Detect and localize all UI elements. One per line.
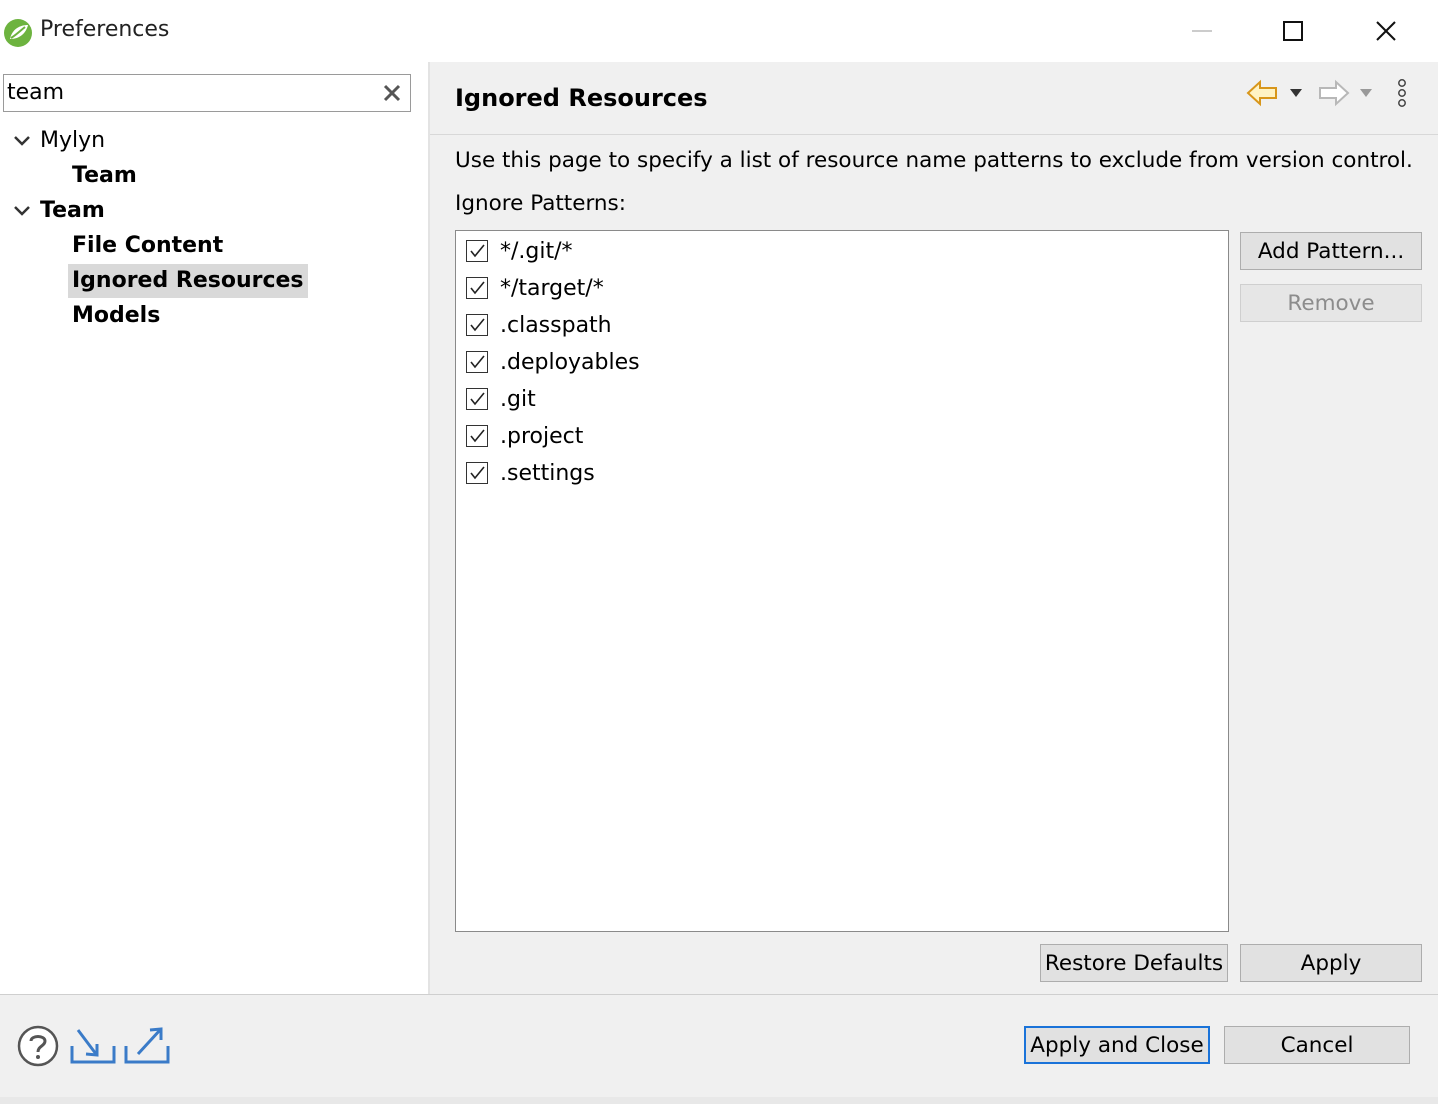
help-icon[interactable]	[16, 1024, 60, 1068]
dialog-bottom-edge	[0, 1097, 1438, 1104]
pattern-checkbox[interactable]	[466, 351, 488, 373]
page-description: Use this page to specify a list of resou…	[455, 148, 1413, 173]
maximize-button[interactable]	[1265, 6, 1321, 56]
back-history-dropdown-icon[interactable]	[1288, 86, 1304, 100]
list-item[interactable]: */target/*	[466, 272, 604, 304]
chevron-down-icon[interactable]	[12, 201, 32, 221]
ignore-patterns-list[interactable]: */.git/* */target/* .classpath .deployab…	[455, 230, 1229, 932]
checkmark-icon	[470, 355, 485, 369]
dialog-button-bar	[0, 995, 1438, 1097]
cancel-button[interactable]: Cancel	[1224, 1026, 1410, 1064]
list-item[interactable]: .git	[466, 383, 536, 415]
forward-history-dropdown-icon[interactable]	[1358, 86, 1374, 100]
close-icon	[1376, 21, 1396, 41]
tree-item-models[interactable]: Models	[72, 299, 160, 333]
tree-item-mylyn[interactable]: Mylyn	[40, 124, 105, 158]
import-icon[interactable]	[70, 1026, 116, 1066]
page-title: Ignored Resources	[455, 84, 708, 112]
pattern-checkbox[interactable]	[466, 240, 488, 262]
apply-button[interactable]: Apply	[1240, 944, 1422, 982]
checkmark-icon	[470, 281, 485, 295]
pattern-checkbox[interactable]	[466, 425, 488, 447]
tree-item-file-content[interactable]: File Content	[72, 229, 223, 263]
checkmark-icon	[470, 429, 485, 443]
list-item[interactable]: .classpath	[466, 309, 612, 341]
pattern-text: */.git/*	[500, 238, 573, 264]
chevron-down-icon[interactable]	[12, 131, 32, 151]
list-item[interactable]: .settings	[466, 457, 595, 489]
spring-leaf-icon	[4, 19, 32, 47]
close-window-button[interactable]	[1358, 6, 1414, 56]
remove-button[interactable]: Remove	[1240, 284, 1422, 322]
filter-field[interactable]	[3, 74, 411, 112]
checkmark-icon	[470, 392, 485, 406]
tree-item-ignored-resources[interactable]: Ignored Resources	[68, 264, 308, 298]
preferences-dialog: Preferences Mylyn Team Team File Content…	[0, 0, 1438, 1104]
apply-and-close-button[interactable]: Apply and Close	[1024, 1026, 1210, 1064]
pattern-checkbox[interactable]	[466, 388, 488, 410]
pattern-text: .project	[500, 423, 584, 449]
pattern-text: .deployables	[500, 349, 640, 375]
back-arrow-icon[interactable]	[1246, 78, 1280, 108]
pattern-text: */target/*	[500, 275, 604, 301]
forward-arrow-icon[interactable]	[1316, 78, 1350, 108]
checkmark-icon	[470, 318, 485, 332]
ignore-patterns-label: Ignore Patterns:	[455, 191, 626, 216]
restore-defaults-button[interactable]: Restore Defaults	[1040, 944, 1228, 982]
pattern-checkbox[interactable]	[466, 462, 488, 484]
tree-item-team[interactable]: Team	[40, 194, 105, 228]
view-menu-icon[interactable]	[1394, 78, 1410, 110]
add-pattern-button[interactable]: Add Pattern...	[1240, 232, 1422, 270]
pattern-checkbox[interactable]	[466, 277, 488, 299]
maximize-icon	[1283, 21, 1303, 41]
title-bar: Preferences	[0, 0, 1438, 62]
pattern-text: .git	[500, 386, 536, 412]
minimize-button[interactable]	[1174, 6, 1230, 56]
pattern-checkbox[interactable]	[466, 314, 488, 336]
minimize-icon	[1192, 30, 1212, 32]
list-item[interactable]: .project	[466, 420, 583, 452]
pattern-text: .settings	[500, 460, 595, 486]
filter-input[interactable]	[7, 77, 367, 107]
clear-filter-icon[interactable]	[380, 81, 404, 105]
pattern-text: .classpath	[500, 312, 612, 338]
tree-item-mylyn-team[interactable]: Team	[72, 159, 137, 193]
checkmark-icon	[470, 244, 485, 258]
checkmark-icon	[470, 466, 485, 480]
export-icon[interactable]	[124, 1026, 170, 1066]
window-title: Preferences	[40, 17, 170, 42]
list-item[interactable]: */.git/*	[466, 235, 573, 267]
list-item[interactable]: .deployables	[466, 346, 640, 378]
